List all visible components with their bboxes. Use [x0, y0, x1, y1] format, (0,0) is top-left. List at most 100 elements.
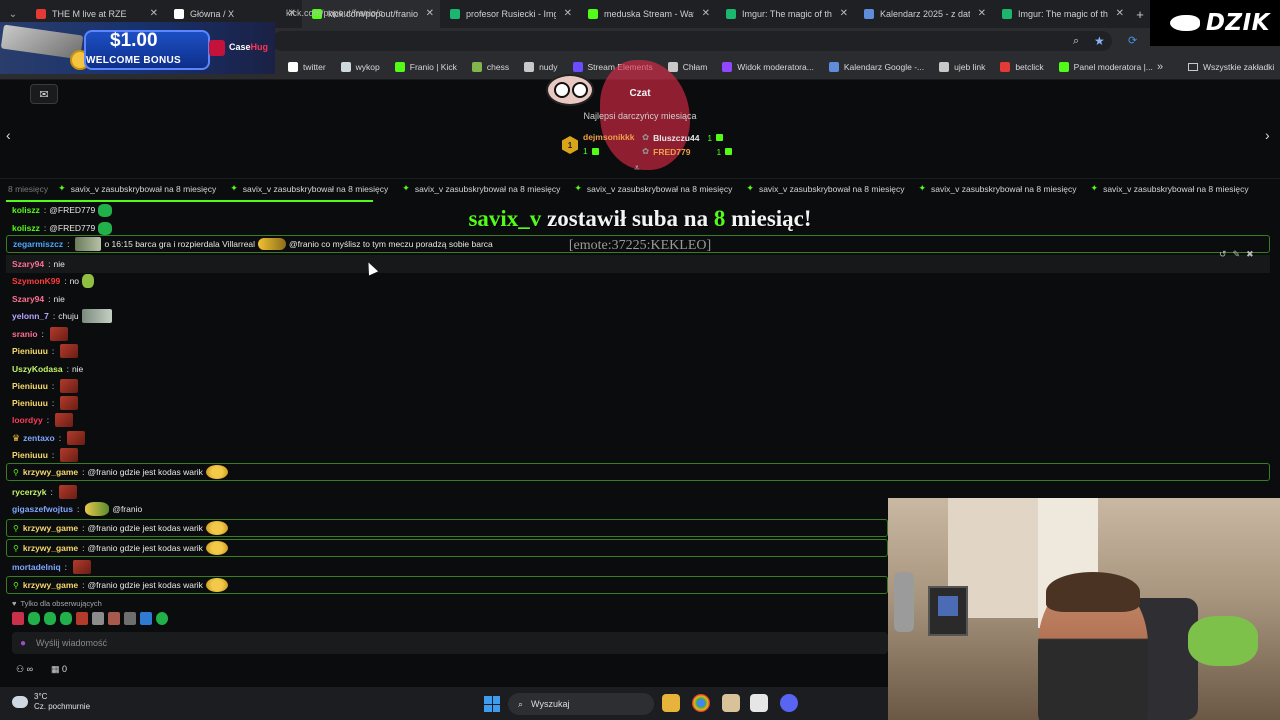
taskbar-search[interactable]: ⌕ Wyszukaj	[508, 693, 654, 715]
chat-input[interactable]	[36, 638, 737, 648]
close-tab-icon[interactable]: ✕	[978, 8, 986, 19]
bookmark-item[interactable]: Kalendarz Google -...	[828, 62, 924, 72]
close-tab-icon[interactable]: ✕	[1116, 8, 1124, 19]
chat-username[interactable]: sranio	[12, 329, 38, 339]
emote-icon[interactable]	[76, 612, 88, 625]
bookmark-item[interactable]: nudy	[524, 62, 558, 72]
app-icon[interactable]	[750, 694, 768, 712]
chat-username[interactable]: yelonn_7	[12, 311, 49, 321]
chat-username[interactable]: SzymonK99	[12, 276, 60, 286]
chat-username[interactable]: UszyKodasa	[12, 364, 63, 374]
store-indicator[interactable]: ▦ 0	[51, 664, 67, 675]
chat-message[interactable]: ⚲ krzywy_game: @franio gdzie jest kodas wa…	[6, 463, 1270, 481]
chat-message[interactable]: sranio:	[6, 325, 1270, 343]
all-bookmarks-button[interactable]: Wszystkie zakładki	[1188, 54, 1274, 80]
emote-icon[interactable]	[28, 612, 40, 625]
leader-entry[interactable]: dejmsonikkk	[583, 132, 635, 142]
weather-widget[interactable]: 3°C Cz. pochmurnie	[12, 692, 90, 712]
bookmarks-more-icon[interactable]: »	[1157, 54, 1163, 80]
emote-icon[interactable]	[140, 612, 152, 625]
bookmark-item[interactable]: Stream Elements	[572, 62, 653, 72]
chat-input-box[interactable]: ●	[12, 632, 888, 654]
emote-icon[interactable]	[124, 612, 136, 625]
chat-username[interactable]: krzywy_game	[23, 523, 78, 533]
bookmark-item[interactable]: Franio | Kick	[394, 62, 457, 72]
bookmark-star-icon[interactable]: ★	[1094, 34, 1105, 48]
app-icon[interactable]	[722, 694, 740, 712]
chat-message[interactable]: ⚲ krzywy_game: @franio gdzie jest kodas wa…	[6, 576, 888, 594]
emote-icon[interactable]	[60, 612, 72, 625]
chat-username[interactable]: Pieniuuu	[12, 398, 48, 408]
chat-message[interactable]: Pieniuuu:	[6, 394, 1270, 412]
ad-banner[interactable]: $1.00 WELCOME BONUS CaseHug	[0, 22, 275, 74]
chat-username[interactable]: Szary94	[12, 259, 44, 269]
chat-username[interactable]: koliszz	[12, 205, 40, 215]
emote-icon[interactable]	[12, 612, 24, 625]
chat-username[interactable]: loordyy	[12, 415, 43, 425]
browser-tab[interactable]: meduska Stream - Watch ✕	[578, 0, 716, 28]
emote-icon[interactable]	[156, 612, 168, 625]
bookmark-item[interactable]: chess	[471, 62, 509, 72]
close-tab-icon[interactable]: ✕	[840, 8, 848, 19]
bookmark-item[interactable]: twitter	[288, 62, 326, 72]
zoom-icon[interactable]: ⌕	[1073, 35, 1079, 48]
chat-username[interactable]: Pieniuuu	[12, 346, 48, 356]
bookmark-item[interactable]: Widok moderatora...	[722, 62, 814, 72]
file-explorer-icon[interactable]	[662, 694, 680, 712]
microphone-icon[interactable]: ●	[20, 638, 26, 649]
chat-message[interactable]: SzymonK99: no	[6, 272, 1270, 290]
chat-message[interactable]: gigaszefwojtus: @franio	[6, 500, 888, 518]
leader-entry[interactable]: ✿ Bluszczu44 1	[642, 132, 724, 143]
url-text[interactable]: kick.com/popout/franio/c	[286, 8, 383, 18]
close-tab-icon[interactable]: ✕	[426, 8, 434, 19]
bookmark-item[interactable]: Panel moderatora |...	[1058, 62, 1153, 72]
chat-message[interactable]: yelonn_7: chuju	[6, 307, 1270, 325]
chat-message[interactable]: UszyKodasa: nie	[6, 360, 1270, 378]
chat-message[interactable]: Pieniuuu:	[6, 342, 1270, 360]
emote-icon[interactable]	[44, 612, 56, 625]
browser-tab[interactable]: Imgur: The magic of the I ✕	[716, 0, 854, 28]
omnibox[interactable]	[272, 31, 1112, 51]
chat-message[interactable]: loordyy:	[6, 411, 1270, 429]
chat-username[interactable]: Pieniuuu	[12, 381, 48, 391]
chat-username[interactable]: koliszz	[12, 223, 40, 233]
chat-username[interactable]: zegarmiszcz	[13, 239, 63, 249]
windows-start-icon[interactable]	[484, 696, 500, 712]
chrome-icon[interactable]	[692, 694, 710, 712]
chat-username[interactable]: Szary94	[12, 294, 44, 304]
browser-tab[interactable]: Imgur: The magic of the I ✕	[992, 0, 1130, 28]
chevron-left-icon[interactable]: ‹	[6, 127, 11, 143]
bookmark-item[interactable]: ujeb link	[939, 62, 985, 72]
chat-username[interactable]: gigaszefwojtus	[12, 504, 73, 514]
browser-tab[interactable]: Kalendarz 2025 - z datam ✕	[854, 0, 992, 28]
browser-tab[interactable]: profesor Rusiecki - Imgur ✕	[440, 0, 578, 28]
chevron-right-icon[interactable]: ›	[1265, 127, 1270, 143]
chat-username[interactable]: mortadelniq	[12, 562, 61, 572]
reply-icon[interactable]: ↺	[1219, 249, 1227, 261]
chat-username[interactable]: zentaxo	[23, 433, 55, 443]
chat-message[interactable]: mortadelniq:	[6, 558, 888, 576]
points-indicator[interactable]: ⚇ ∞	[16, 664, 33, 675]
emote-icon[interactable]	[92, 612, 104, 625]
extension-icon[interactable]: ⟳	[1128, 34, 1137, 47]
chat-username[interactable]: krzywy_game	[23, 467, 78, 477]
chat-message[interactable]: Pieniuuu:	[6, 377, 1270, 395]
emote-icon[interactable]	[108, 612, 120, 625]
discord-icon[interactable]	[780, 694, 798, 712]
new-tab-button[interactable]: +	[1130, 7, 1150, 22]
chat-message[interactable]: Pieniuuu:	[6, 446, 1270, 464]
chat-username[interactable]: rycerzyk	[12, 487, 47, 497]
close-tab-icon[interactable]: ✕	[702, 8, 710, 19]
chat-username[interactable]: krzywy_game	[23, 580, 78, 590]
delete-icon[interactable]: ✖	[1246, 249, 1254, 261]
bookmark-item[interactable]: wykop	[340, 62, 380, 72]
leader-entry[interactable]: ✿ FRED779 1	[642, 146, 733, 157]
chat-username[interactable]: krzywy_game	[23, 543, 78, 553]
close-tab-icon[interactable]: ✕	[564, 8, 572, 19]
chat-message[interactable]: zegarmiszcz: o 16:15 barca gra i rozpierd…	[6, 235, 1270, 253]
chat-message[interactable]: Szary94: nie	[6, 290, 1270, 308]
chat-message[interactable]: ⚲ krzywy_game: @franio gdzie jest kodas wa…	[6, 519, 888, 537]
expand-chevron-icon[interactable]: ⩡	[634, 163, 640, 174]
pin-icon[interactable]: ✎	[1233, 249, 1241, 261]
chat-message[interactable]: ⚲ krzywy_game: @franio gdzie jest kodas wa…	[6, 539, 888, 557]
